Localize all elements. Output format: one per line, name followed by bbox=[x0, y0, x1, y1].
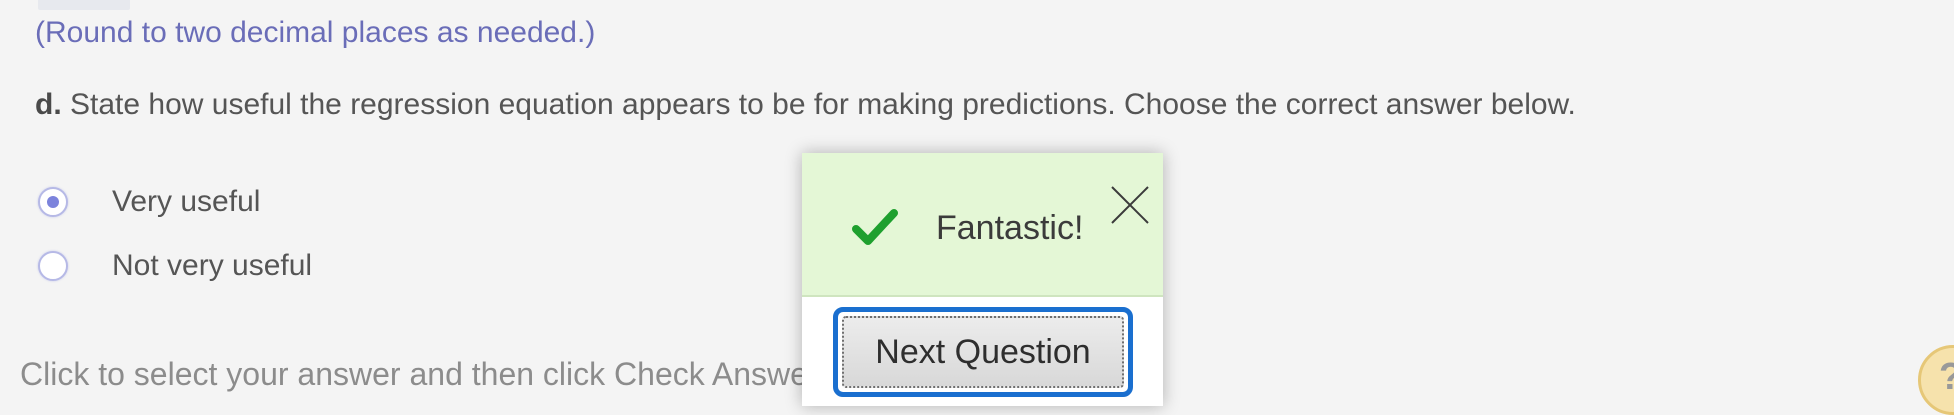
close-icon[interactable] bbox=[1108, 183, 1152, 227]
question-d: d. State how useful the regression equat… bbox=[35, 88, 1576, 122]
feedback-header: Fantastic! bbox=[802, 153, 1163, 297]
option-not-very-useful[interactable]: Not very useful bbox=[38, 246, 312, 286]
help-icon-glyph: ? bbox=[1939, 356, 1954, 399]
question-letter: d. bbox=[35, 88, 62, 121]
option-label-very-useful: Very useful bbox=[112, 185, 261, 218]
option-label-not-very-useful: Not very useful bbox=[112, 249, 313, 282]
rounding-hint: (Round to two decimal places as needed.) bbox=[35, 16, 596, 49]
feedback-popup: Fantastic! Next Question bbox=[802, 153, 1163, 406]
help-icon[interactable]: ? bbox=[1918, 345, 1954, 415]
footer-instruction: Click to select your answer and then cli… bbox=[20, 356, 810, 392]
radio-very-useful[interactable] bbox=[38, 187, 68, 217]
feedback-message: Fantastic! bbox=[936, 209, 1084, 247]
next-question-button[interactable]: Next Question bbox=[833, 307, 1133, 397]
next-question-label: Next Question bbox=[842, 316, 1124, 388]
check-icon bbox=[852, 209, 898, 245]
question-text: State how useful the regression equation… bbox=[70, 88, 1576, 121]
answer-input-edge[interactable] bbox=[38, 0, 130, 10]
radio-not-very-useful[interactable] bbox=[38, 251, 68, 281]
option-very-useful[interactable]: Very useful bbox=[38, 182, 260, 222]
